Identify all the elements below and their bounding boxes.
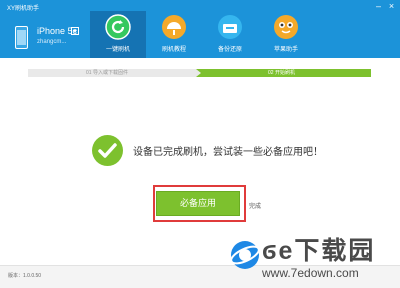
success-check-icon (92, 135, 123, 166)
tab-label: 苹果助手 (273, 47, 298, 53)
minimize-button[interactable]: – (374, 2, 383, 11)
backup-box-icon (218, 15, 242, 39)
refresh-icon (105, 14, 131, 40)
completion-message: 设备已完成刷机，尝试装一些必备应用吧！ (133, 147, 323, 158)
lamp-icon (162, 15, 186, 39)
watermark-brand: ϭe下载园 (262, 237, 376, 265)
app-title: XY刷机助手 (7, 6, 40, 12)
tab-flash-tutorial[interactable]: 刷机教程 (146, 11, 202, 58)
device-dropdown-caret[interactable] (71, 27, 79, 35)
tab-label: 一键刷机 (105, 47, 130, 53)
tab-apple-assistant[interactable]: 苹果助手 (258, 11, 314, 58)
phone-icon (15, 26, 28, 49)
step-2-label: 02 开始刷机 (268, 70, 295, 76)
smiley-icon (274, 15, 298, 39)
essential-apps-button[interactable]: 必备应用 (156, 191, 240, 216)
device-account: zhangcm... (37, 39, 67, 45)
step-1-label: 01 导入或下载固件 (86, 70, 128, 76)
progress-divider (196, 69, 201, 77)
tab-label: 刷机教程 (161, 47, 186, 53)
tab-label: 备份还原 (217, 47, 242, 53)
close-button[interactable]: × (387, 2, 396, 11)
watermark-logo-icon (230, 241, 260, 269)
version-label: 版本：1.0.0.50 (8, 273, 42, 279)
title-bar: XY刷机助手 – × iPhone 5c zhangcm... 一键刷机 刷机教… (0, 0, 400, 58)
done-link[interactable]: 完成 (249, 201, 261, 210)
watermark-url: www.7edown.com (262, 266, 359, 280)
tab-one-click-flash[interactable]: 一键刷机 (90, 11, 146, 58)
tab-backup-restore[interactable]: 备份还原 (202, 11, 258, 58)
step-progress-bar (28, 69, 371, 77)
